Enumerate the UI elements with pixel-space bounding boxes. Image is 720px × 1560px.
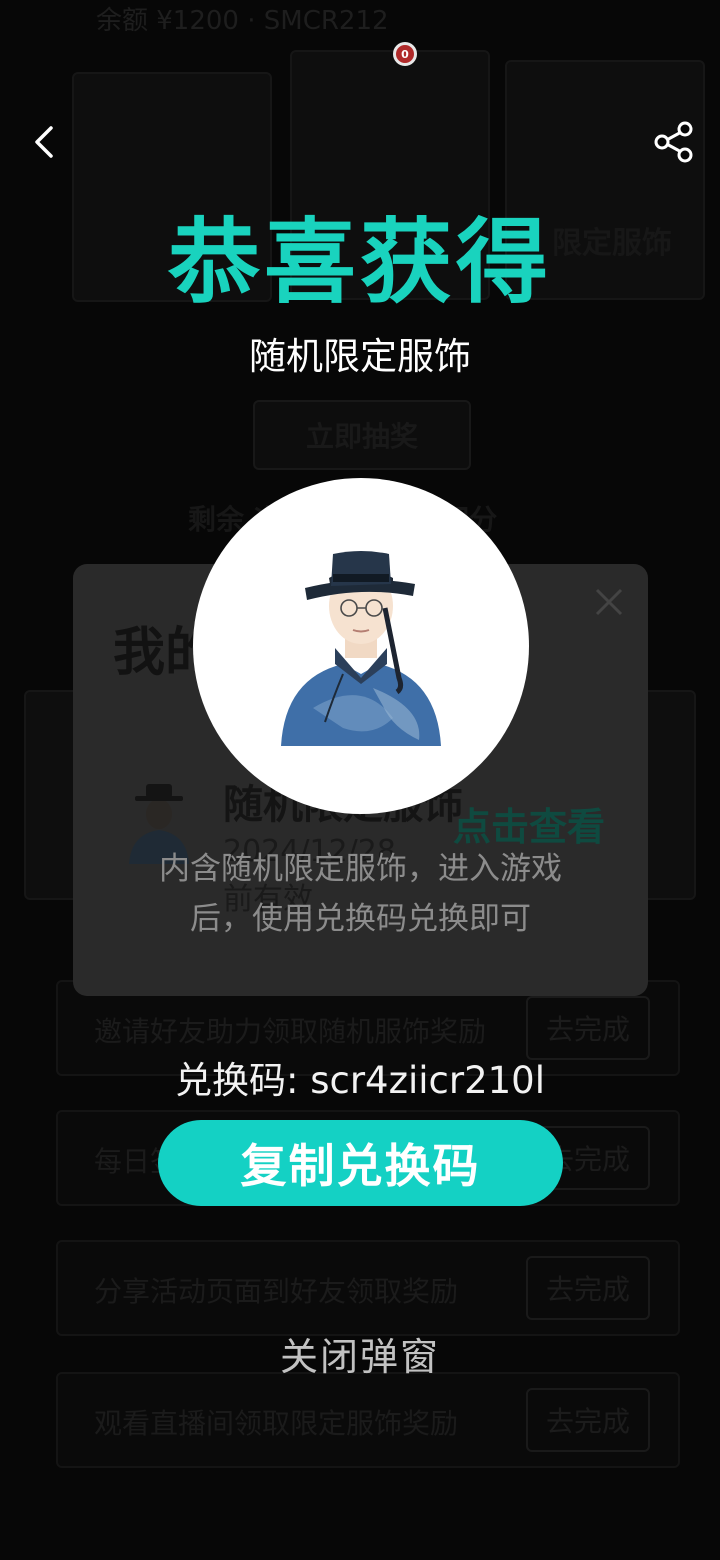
view-prize-link[interactable]: 点击查看: [453, 796, 605, 851]
congrats-title: 恭喜获得: [167, 209, 552, 316]
background-lottery-button: 立即抽奖: [253, 400, 471, 470]
share-button[interactable]: [650, 118, 698, 166]
description-line: 内含随机限定服饰，进入游戏: [159, 851, 562, 887]
share-icon: [654, 121, 693, 163]
background-status-text: 余额 ¥1200 · SMCR212: [96, 6, 389, 36]
task-button: 去完成: [526, 1256, 650, 1320]
recording-indicator-icon: 0: [393, 42, 417, 66]
redeem-code-text: 兑换码: scr4ziicr210l: [174, 1059, 546, 1102]
recording-indicator-label: 0: [401, 47, 409, 61]
back-button[interactable]: [24, 118, 64, 166]
task-text: 邀请好友助力领取随机服饰奖励: [94, 1015, 487, 1048]
task-text: 分享活动页面到好友领取奖励: [94, 1275, 459, 1308]
copy-code-button[interactable]: 复制兑换码: [158, 1120, 563, 1206]
background-task-row: 分享活动页面到好友领取奖励 去完成: [56, 1240, 680, 1336]
description-line: 后，使用兑换码兑换即可: [190, 901, 531, 937]
reward-subtitle: 随机限定服饰: [249, 335, 471, 378]
background-task-row: 观看直播间领取限定服饰奖励 去完成: [56, 1372, 680, 1468]
reward-dialog-screen: 余额 ¥1200 · SMCR212 限定服饰 立即抽奖 剩余 次抽奖机会共3积…: [0, 0, 720, 1560]
prize-description: 内含随机限定服饰，进入游戏 后，使用兑换码兑换即可: [73, 844, 648, 944]
chevron-left-icon: [35, 126, 53, 158]
close-dialog-button[interactable]: 关闭弹窗: [0, 1326, 720, 1381]
character-illustration: [281, 551, 441, 746]
task-text: 观看直播间领取限定服饰奖励: [94, 1407, 459, 1440]
task-button: 去完成: [526, 1388, 650, 1452]
prize-avatar: [193, 478, 529, 814]
close-icon[interactable]: [591, 584, 627, 620]
